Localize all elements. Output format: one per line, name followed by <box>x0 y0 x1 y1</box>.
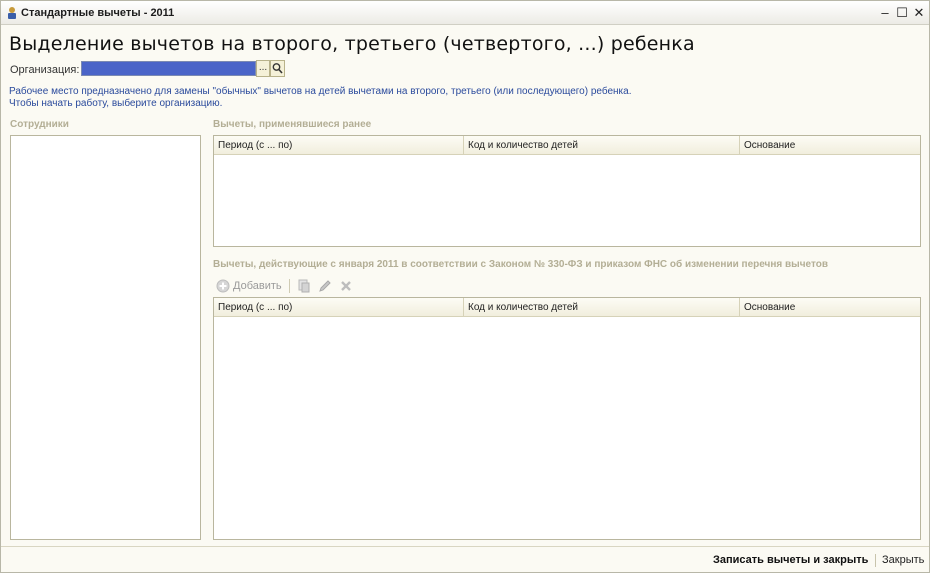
new-deductions-toolbar: Добавить <box>213 277 513 295</box>
hint-text-line1: Рабочее место предназначено для замены "… <box>9 86 632 97</box>
edit-icon[interactable] <box>318 279 332 293</box>
save-and-close-button[interactable]: Записать вычеты и закрыть <box>713 554 868 566</box>
title-bar: Стандартные вычеты - 2011 – ☐ ✕ <box>1 1 929 25</box>
previous-deductions-table[interactable]: Период (с ... по) Код и количество детей… <box>213 135 921 247</box>
hint-text-line2: Чтобы начать работу, выберите организаци… <box>9 98 223 109</box>
column-header-basis[interactable]: Основание <box>740 136 921 155</box>
organization-label: Организация: <box>10 64 80 76</box>
table-header: Период (с ... по) Код и количество детей… <box>214 298 920 317</box>
footer-bar: Записать вычеты и закрыть Закрыть <box>1 546 929 572</box>
column-header-code[interactable]: Код и количество детей <box>464 298 740 317</box>
app-icon <box>8 7 16 19</box>
maximize-button[interactable]: ☐ <box>894 5 910 21</box>
new-deductions-label: Вычеты, действующие с января 2011 в соот… <box>213 259 828 270</box>
employees-list[interactable] <box>10 135 201 540</box>
add-button[interactable]: Добавить <box>216 278 282 294</box>
close-window-button[interactable]: ✕ <box>911 5 927 21</box>
column-header-code[interactable]: Код и количество детей <box>464 136 740 155</box>
close-button[interactable]: Закрыть <box>882 554 924 566</box>
add-button-label: Добавить <box>233 280 282 292</box>
table-header: Период (с ... по) Код и количество детей… <box>214 136 920 155</box>
column-header-period[interactable]: Период (с ... по) <box>214 136 464 155</box>
add-icon <box>216 279 230 293</box>
column-header-basis[interactable]: Основание <box>740 298 921 317</box>
minimize-button[interactable]: – <box>877 5 893 21</box>
page-title: Выделение вычетов на второго, третьего (… <box>9 33 695 55</box>
organization-field[interactable] <box>81 61 256 76</box>
delete-icon[interactable] <box>339 279 353 293</box>
toolbar-separator <box>289 279 290 293</box>
organization-search-button[interactable] <box>270 60 285 77</box>
main-window: Стандартные вычеты - 2011 – ☐ ✕ Выделени… <box>0 0 930 573</box>
new-deductions-table[interactable]: Период (с ... по) Код и количество детей… <box>213 297 921 540</box>
copy-icon[interactable] <box>297 279 311 293</box>
employees-label: Сотрудники <box>10 119 69 130</box>
footer-separator <box>875 554 876 567</box>
previous-deductions-label: Вычеты, применявшиеся ранее <box>213 119 372 130</box>
search-icon <box>272 63 283 74</box>
organization-select-button[interactable]: ... <box>256 60 270 77</box>
window-title: Стандартные вычеты - 2011 <box>21 7 175 19</box>
column-header-period[interactable]: Период (с ... по) <box>214 298 464 317</box>
